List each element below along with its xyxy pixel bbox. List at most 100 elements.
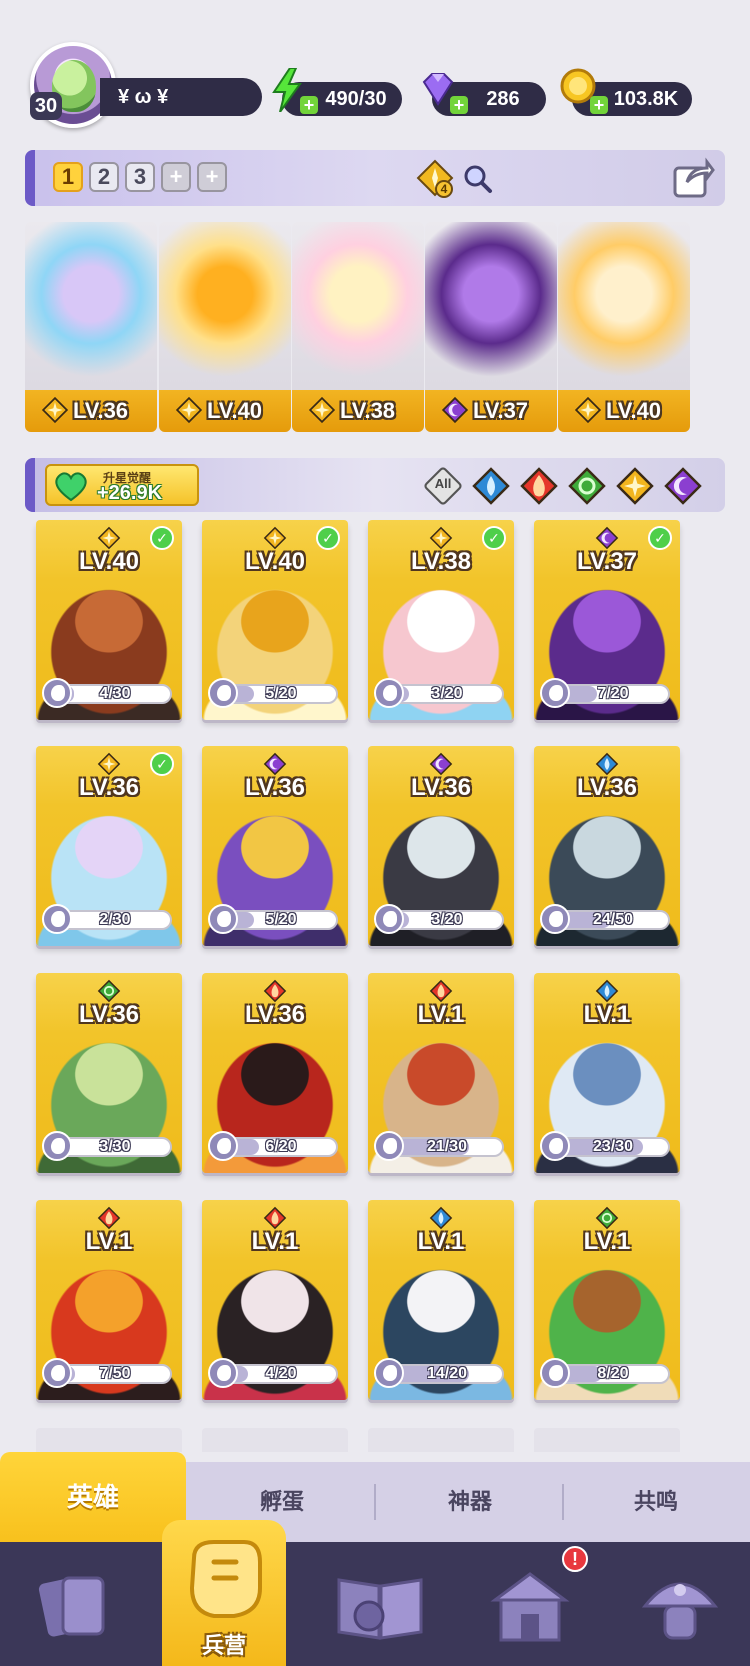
shard-count: 5/20 <box>265 911 297 928</box>
hero-card[interactable]: LV.1 21/30 <box>368 973 514 1173</box>
fire-element-icon <box>263 979 287 1003</box>
hero-level: LV.1 <box>417 1001 465 1028</box>
light-element-icon <box>41 396 69 424</box>
hero-level: LV.36 <box>244 1001 306 1028</box>
hero-card[interactable]: LV.36 3/30 <box>36 973 182 1173</box>
hero-level: LV.37 <box>473 398 529 423</box>
hero-card[interactable]: ✓ LV.40 4/30 <box>36 520 182 720</box>
coin-counter[interactable]: + 103.8K <box>560 68 692 116</box>
dark-element-icon <box>595 526 619 550</box>
map-book-icon <box>337 1578 423 1640</box>
hero-card[interactable]: ✓ LV.38 3/20 <box>368 520 514 720</box>
nav-barracks-label: 兵营 <box>201 1633 246 1658</box>
hero-level: LV.38 <box>410 548 472 575</box>
nature-element-icon <box>595 1206 619 1230</box>
fire-filter-icon <box>520 467 558 505</box>
hero-filter-bar: 升星觉醒 +26.9K All <box>25 458 725 512</box>
mushroom-icon <box>641 1582 719 1640</box>
hero-level: LV.36 <box>410 774 472 801</box>
hero-card[interactable]: LV.1 4/20 <box>202 1200 348 1400</box>
hero-card[interactable]: LV.1 23/30 <box>534 973 680 1173</box>
building-icon <box>490 1572 570 1642</box>
team-selector-bar: 1 2 3 + + 4 <box>25 150 725 206</box>
team-hero-card[interactable]: LV.40 <box>558 222 690 432</box>
hero-card[interactable]: LV.36 6/20 <box>202 973 348 1173</box>
nav-adventure[interactable] <box>300 1542 450 1666</box>
fire-element-icon <box>97 1206 121 1230</box>
energy-counter[interactable]: + 490/30 <box>272 68 402 116</box>
awaken-bonus-button[interactable]: 升星觉醒 +26.9K <box>45 464 199 506</box>
filter-nature[interactable] <box>567 466 607 506</box>
hero-card[interactable]: ✓ LV.36 2/30 <box>36 746 182 946</box>
shard-progress-bar: 8/20 <box>556 1364 670 1384</box>
water-element-icon <box>595 979 619 1003</box>
hero-level: LV.1 <box>583 1001 631 1028</box>
top-bar: ¥ ω ¥ 30 + 490/30 + 286 + 103.8K <box>0 0 750 130</box>
team-tab-2[interactable]: 2 <box>89 162 119 192</box>
nav-guild[interactable] <box>600 1542 750 1666</box>
tab-resonance[interactable]: 共鸣 <box>562 1462 750 1542</box>
shard-progress-bar: 3/20 <box>390 910 504 930</box>
filter-light[interactable] <box>615 466 655 506</box>
search-icon[interactable] <box>461 162 495 196</box>
light-element-icon <box>97 526 121 550</box>
in-team-check-icon: ✓ <box>150 752 174 776</box>
hero-card[interactable]: LV.1 14/20 <box>368 1200 514 1400</box>
team-tab-3[interactable]: 3 <box>125 162 155 192</box>
player-name[interactable]: ¥ ω ¥ <box>100 78 262 116</box>
dark-element-icon <box>441 396 469 424</box>
coin-plus-icon[interactable]: + <box>590 96 608 114</box>
shard-count: 4/30 <box>99 685 131 702</box>
tab-artifacts[interactable]: 神器 <box>376 1462 564 1542</box>
team-hero-card[interactable]: LV.36 <box>25 222 157 432</box>
hero-card[interactable]: LV.1 7/50 <box>36 1200 182 1400</box>
shard-icon <box>540 678 570 708</box>
fire-element-icon <box>429 979 453 1003</box>
hero-portrait <box>159 222 291 382</box>
shard-count: 2/30 <box>99 911 131 928</box>
hero-level: LV.36 <box>78 774 140 801</box>
hero-portrait <box>558 222 690 382</box>
nav-barracks[interactable]: 兵营 <box>162 1520 286 1666</box>
gem-plus-icon[interactable]: + <box>450 96 468 114</box>
filter-water[interactable] <box>471 466 511 506</box>
filter-dark[interactable] <box>663 466 703 506</box>
light-element-icon <box>175 396 203 424</box>
shard-progress-bar: 3/20 <box>390 684 504 704</box>
share-icon[interactable] <box>671 156 715 200</box>
team-hero-card[interactable]: LV.37 <box>425 222 557 432</box>
team-hero-card[interactable]: LV.40 <box>159 222 291 432</box>
shard-progress-bar: 4/20 <box>224 1364 338 1384</box>
hero-level: LV.1 <box>251 1228 299 1255</box>
heart-icon <box>55 472 87 502</box>
hero-portrait <box>292 222 424 382</box>
team-tab-add-2[interactable]: + <box>197 162 227 192</box>
team-tab-1[interactable]: 1 <box>53 162 83 192</box>
shard-icon <box>208 1131 238 1161</box>
filter-all-label: All <box>434 476 452 491</box>
dark-element-icon <box>429 752 453 776</box>
team-hero-card[interactable]: LV.38 <box>292 222 424 432</box>
gem-counter[interactable]: + 286 <box>422 73 546 116</box>
energy-plus-icon[interactable]: + <box>300 96 318 114</box>
hero-card[interactable]: ✓ LV.37 7/20 <box>534 520 680 720</box>
hero-level: LV.36 <box>576 774 638 801</box>
shard-icon <box>540 904 570 934</box>
light-element-icon <box>574 396 602 424</box>
team-bar-accent <box>25 150 35 206</box>
team-badge-count: 4 <box>435 180 453 198</box>
hero-card[interactable]: ✓ LV.40 5/20 <box>202 520 348 720</box>
filter-all[interactable]: All <box>422 465 464 507</box>
tab-heroes[interactable]: 英雄 <box>0 1452 186 1542</box>
team-tab-add-1[interactable]: + <box>161 162 191 192</box>
in-team-check-icon: ✓ <box>482 526 506 550</box>
nature-element-icon <box>97 979 121 1003</box>
in-team-check-icon: ✓ <box>150 526 174 550</box>
nav-cards[interactable] <box>0 1542 150 1666</box>
hero-card[interactable]: LV.36 24/50 <box>534 746 680 946</box>
hero-card[interactable]: LV.1 8/20 <box>534 1200 680 1400</box>
hero-card[interactable]: LV.36 5/20 <box>202 746 348 946</box>
hero-level: LV.40 <box>207 398 263 423</box>
filter-fire[interactable] <box>519 466 559 506</box>
hero-card[interactable]: LV.36 3/20 <box>368 746 514 946</box>
